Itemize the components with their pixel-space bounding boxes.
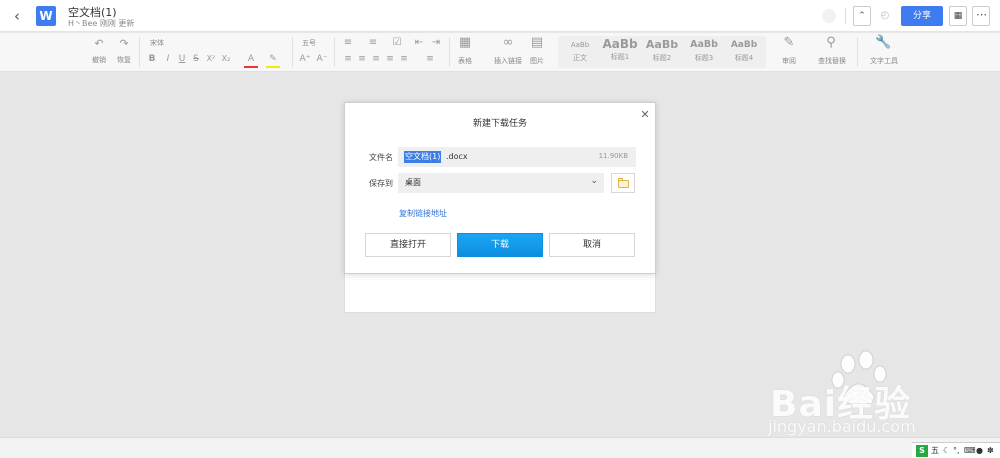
style-sample: AaBb xyxy=(602,37,638,51)
image-label: 图片 xyxy=(530,57,544,65)
line-spacing-icon[interactable]: ≡ xyxy=(424,52,436,66)
divider xyxy=(334,37,335,67)
style-sample: AaBb xyxy=(645,38,679,51)
image-icon[interactable]: ▤ xyxy=(529,36,545,50)
filename-input[interactable]: 空文档(1) .docx 11.90KB xyxy=(398,147,636,167)
copy-link-address[interactable]: 复制链接地址 xyxy=(399,208,447,219)
font-size-select[interactable]: 五号 xyxy=(299,38,319,48)
style-sample: AaBb xyxy=(730,40,758,50)
style-name: 标题4 xyxy=(734,54,754,62)
dialog-title: 新建下载任务 xyxy=(472,119,527,129)
chevron-down-icon: ⌄ xyxy=(590,176,598,186)
saveto-value: 桌面 xyxy=(405,178,421,187)
style-sample: AaBb xyxy=(690,39,718,50)
indent-decrease-icon[interactable]: ⇤ xyxy=(413,36,425,50)
back-arrow-icon[interactable]: ‹ xyxy=(9,7,25,25)
title-bar: ‹ W 空文档(1) H丶Bee 刚刚 更新 ⌃ ◴ 分享 ▦ ⋯ xyxy=(0,0,1000,32)
style-heading2[interactable]: AaBb 标题2 xyxy=(643,37,681,67)
download-button[interactable]: 下载 xyxy=(457,233,543,257)
divider xyxy=(139,37,140,67)
sogou-ime-icon[interactable]: S xyxy=(916,445,928,457)
filename-extension: .docx xyxy=(446,152,468,161)
text-tools-label[interactable]: 文字工具 xyxy=(862,56,906,66)
status-bar xyxy=(0,437,1000,458)
search-icon[interactable]: ⚲ xyxy=(823,36,839,50)
collapse-up-icon[interactable]: ⌃ xyxy=(853,6,871,26)
italic-icon[interactable]: I xyxy=(163,52,173,66)
style-name: 标题2 xyxy=(652,54,672,62)
keyboard-icon[interactable]: ⌨ xyxy=(964,445,976,457)
align-left-icon[interactable]: ≡ xyxy=(342,52,354,66)
user-icon[interactable]: ● xyxy=(976,445,983,457)
watermark-url: jingyan.baidu.com xyxy=(768,417,916,436)
style-heading1[interactable]: AaBb 标题1 xyxy=(600,36,640,66)
saveto-select[interactable]: 桌面 ⌄ xyxy=(398,173,604,193)
editor-toolbar: ↶ 撤销 ↷ 恢复 宋体 B I U S X² X₂ A ✎ 五号 A⁺ A⁻ … xyxy=(0,33,1000,72)
shrink-font-icon[interactable]: A⁻ xyxy=(316,52,328,66)
share-button[interactable]: 分享 xyxy=(901,6,943,26)
folder-icon xyxy=(618,180,629,188)
document-subtitle: H丶Bee 刚刚 更新 xyxy=(68,19,135,28)
numbered-list-icon[interactable]: ≡ xyxy=(367,36,379,50)
bold-icon[interactable]: B xyxy=(147,52,157,66)
review-icon[interactable]: ✎ xyxy=(781,36,797,50)
font-color-icon[interactable]: A xyxy=(244,52,258,68)
align-right-icon[interactable]: ≡ xyxy=(370,52,382,66)
style-sample: AaBb xyxy=(570,41,590,49)
file-size: 11.90KB xyxy=(598,152,628,160)
style-heading4[interactable]: AaBb 标题4 xyxy=(727,37,761,67)
style-normal[interactable]: AaBb 正文 xyxy=(564,37,596,67)
settings-icon[interactable]: ✽ xyxy=(987,445,994,457)
find-replace-label[interactable]: 查找替换 xyxy=(808,56,856,66)
table-icon[interactable]: ▦ xyxy=(457,36,473,50)
wps-logo-icon: W xyxy=(36,6,56,26)
align-center-icon[interactable]: ≡ xyxy=(356,52,368,66)
punctuation-icon[interactable]: °, xyxy=(953,445,960,457)
indent-increase-icon[interactable]: ⇥ xyxy=(430,36,442,50)
moon-icon[interactable]: ☾ xyxy=(943,445,950,457)
more-options-icon[interactable]: ⋯ xyxy=(972,6,990,26)
table-label: 表格 xyxy=(458,57,472,65)
ime-mode[interactable]: 五 xyxy=(931,445,939,457)
bullet-list-icon[interactable]: ≡ xyxy=(342,36,354,50)
system-tray: S 五 ☾ °, ⌨ ● ✽ xyxy=(912,442,1000,458)
grow-font-icon[interactable]: A⁺ xyxy=(299,52,311,66)
download-dialog: 新建下载任务 ✕ 文件名 空文档(1) .docx 11.90KB 保存到 桌面… xyxy=(344,102,656,274)
cancel-button[interactable]: 取消 xyxy=(549,233,635,257)
style-name: 标题3 xyxy=(694,54,714,62)
close-icon[interactable]: ✕ xyxy=(639,108,651,122)
undo-label: 撤销 xyxy=(92,56,106,64)
divider xyxy=(449,37,450,67)
style-heading3[interactable]: AaBb 标题3 xyxy=(686,37,722,67)
align-justify-icon[interactable]: ≡ xyxy=(384,52,396,66)
font-name-select[interactable]: 宋体 xyxy=(147,38,167,48)
highlight-icon[interactable]: ✎ xyxy=(266,52,280,68)
undo-icon[interactable]: ↶ xyxy=(92,37,106,51)
open-directly-button[interactable]: 直接打开 xyxy=(365,233,451,257)
underline-icon[interactable]: U xyxy=(177,52,187,66)
browse-folder-button[interactable] xyxy=(611,173,635,193)
align-distribute-icon[interactable]: ≡ xyxy=(398,52,410,66)
history-icon[interactable]: ◴ xyxy=(878,6,892,26)
filename-selection: 空文档(1) xyxy=(404,151,442,163)
saveto-label: 保存到 xyxy=(369,179,393,188)
redo-label: 恢复 xyxy=(117,56,131,64)
divider xyxy=(845,8,846,24)
link-icon[interactable]: ∞ xyxy=(500,36,516,50)
qrcode-icon[interactable]: ▦ xyxy=(949,6,967,26)
status-circle-icon xyxy=(822,9,836,23)
divider xyxy=(292,37,293,67)
wrench-icon[interactable]: 🔧 xyxy=(875,36,891,50)
insert-link-label: 插入链接 xyxy=(494,57,522,65)
divider xyxy=(857,37,858,67)
redo-icon[interactable]: ↷ xyxy=(117,37,131,51)
superscript-icon[interactable]: X² xyxy=(205,52,217,66)
checklist-icon[interactable]: ☑ xyxy=(391,36,403,50)
subscript-icon[interactable]: X₂ xyxy=(220,52,232,66)
style-name: 标题1 xyxy=(610,53,630,61)
review-label[interactable]: 审阅 xyxy=(772,56,806,66)
filename-label: 文件名 xyxy=(369,153,393,162)
strikethrough-icon[interactable]: S xyxy=(191,52,201,66)
style-name: 正文 xyxy=(573,54,587,62)
